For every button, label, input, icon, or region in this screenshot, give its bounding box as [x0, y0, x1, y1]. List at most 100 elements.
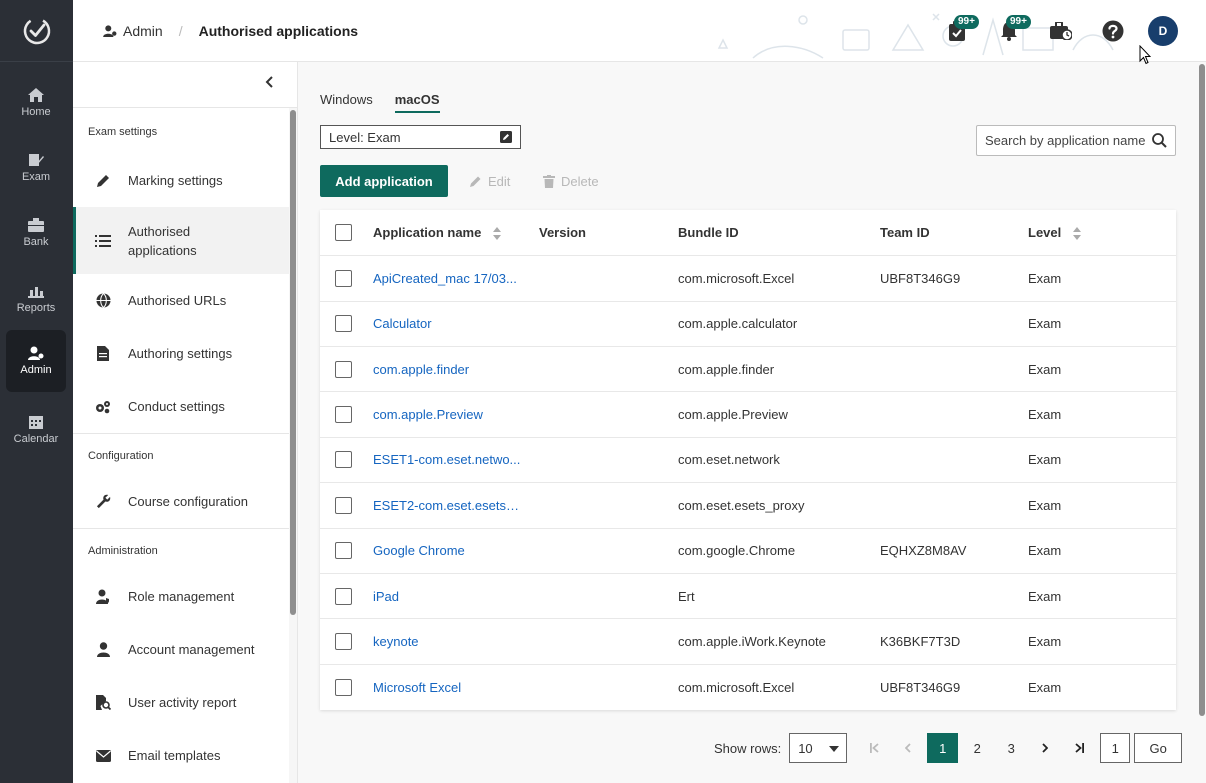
sidebar-item-marking-settings[interactable]: Marking settings [73, 154, 297, 207]
bundle-id-cell: com.apple.Preview [678, 406, 788, 422]
sidebar-item-authorised-urls[interactable]: Authorised URLs [73, 274, 297, 327]
application-name-link[interactable]: Microsoft Excel [373, 680, 523, 695]
table-row[interactable]: ESET2-com.eset.esets_... com.eset.esets_p… [320, 483, 1176, 529]
sidebar-item-account-management[interactable]: Account management [73, 623, 297, 676]
rail-item-bank[interactable]: Bank [6, 202, 66, 264]
rail-item-reports[interactable]: Reports [6, 268, 66, 330]
notifications-badge: 99+ [1006, 15, 1031, 29]
team-id-cell: K36BKF7T3D [880, 633, 961, 649]
rail-item-exam[interactable]: Exam [6, 137, 66, 199]
next-page-button[interactable] [1028, 733, 1062, 763]
rows-per-page-select[interactable]: 10 [789, 733, 848, 763]
page-button-3[interactable]: 3 [994, 733, 1028, 763]
sidebar-item-authorised-applications[interactable]: Authorised applications [73, 207, 297, 274]
bundle-id-cell: com.apple.finder [678, 361, 775, 377]
table-row[interactable]: iPad Ert Exam [320, 574, 1176, 620]
application-name-link[interactable]: ApiCreated_mac 17/03... [373, 271, 523, 286]
main-content: Windows macOS Level: Exam Add applicatio… [298, 62, 1206, 783]
row-checkbox[interactable] [335, 405, 352, 423]
row-checkbox[interactable] [335, 360, 352, 378]
collapse-sidebar-button[interactable] [265, 76, 273, 91]
application-name-link[interactable]: keynote [373, 634, 523, 649]
main-navigation-rail: Home Exam Bank Reports Admin Calendar [0, 0, 73, 783]
table-row[interactable]: Microsoft Excel com.microsoft.Excel UBF8T3… [320, 665, 1176, 711]
main-scrollbar[interactable] [1199, 64, 1205, 716]
level-cell: Exam [1028, 316, 1062, 332]
row-checkbox[interactable] [335, 269, 352, 287]
goto-page-input[interactable]: 1 [1100, 733, 1131, 763]
search-input[interactable] [977, 126, 1147, 155]
column-header-level[interactable]: Level [1028, 225, 1128, 241]
user-avatar[interactable]: D [1148, 16, 1178, 46]
notifications-button[interactable]: 99+ [992, 14, 1031, 48]
rows-per-page-value: 10 [798, 741, 813, 756]
tab-macos[interactable]: macOS [394, 92, 440, 113]
row-checkbox[interactable] [335, 632, 352, 650]
first-page-button[interactable] [857, 733, 891, 763]
application-name-link[interactable]: ESET1-com.eset.netwo... [373, 452, 523, 467]
row-checkbox[interactable] [335, 587, 352, 605]
rail-item-admin[interactable]: Admin [6, 330, 66, 392]
sidebar-item-label: Account management [128, 642, 255, 657]
globe-icon [95, 293, 111, 309]
level-select[interactable]: Level: Exam [320, 125, 521, 149]
help-icon [1102, 20, 1124, 42]
delete-button-label: Delete [561, 174, 599, 189]
page-button-1[interactable]: 1 [927, 733, 959, 763]
row-checkbox[interactable] [335, 315, 352, 333]
go-button[interactable]: Go [1134, 733, 1183, 763]
last-page-button[interactable] [1062, 733, 1096, 763]
application-name-link[interactable]: iPad [373, 589, 523, 604]
table-row[interactable]: Calculator com.apple.calculator Exam [320, 301, 1176, 347]
breadcrumb-admin[interactable]: Admin [103, 23, 163, 39]
table-row[interactable]: com.apple.finder com.apple.finder Exam [320, 347, 1176, 393]
level-cell: Exam [1028, 452, 1062, 468]
admin-icon [103, 24, 117, 37]
edit-button[interactable]: Edit [469, 174, 510, 189]
row-checkbox[interactable] [335, 496, 352, 514]
table-row[interactable]: keynote com.apple.iWork.Keynote K36BKF7T3D… [320, 619, 1176, 665]
add-application-button[interactable]: Add application [320, 165, 448, 197]
rail-item-home[interactable]: Home [6, 72, 66, 134]
chevron-right-icon [1042, 743, 1049, 753]
show-rows-label: Show rows: [714, 740, 782, 756]
previous-page-button[interactable] [891, 733, 925, 763]
table-row[interactable]: Google Chrome com.google.Chrome EQHXZ8M8AV… [320, 528, 1176, 574]
page-button-2[interactable]: 2 [960, 733, 994, 763]
rail-item-calendar[interactable]: Calendar [6, 399, 66, 461]
breadcrumb-separator: / [178, 22, 183, 39]
row-checkbox[interactable] [335, 451, 352, 469]
table-row[interactable]: ApiCreated_mac 17/03... com.microsoft.Exc… [320, 256, 1176, 302]
application-name-link[interactable]: ESET2-com.eset.esets_... [373, 498, 523, 513]
calendar-icon [29, 416, 43, 429]
app-logo[interactable] [0, 0, 73, 62]
sidebar-item-email-templates[interactable]: Email templates [73, 729, 297, 782]
tasks-button[interactable]: 99+ [940, 14, 979, 48]
sidebar-item-conduct-settings[interactable]: Conduct settings [73, 380, 297, 433]
toolkit-button[interactable] [1044, 14, 1078, 48]
sidebar-item-course-configuration[interactable]: Course configuration [73, 475, 297, 528]
table-row[interactable]: com.apple.Preview com.apple.Preview Exam [320, 392, 1176, 438]
row-checkbox[interactable] [335, 542, 352, 560]
sidebar-item-user-activity-report[interactable]: User activity report [73, 676, 297, 729]
tasks-badge: 99+ [954, 15, 979, 29]
sidebar-item-role-management[interactable]: Role management [73, 570, 297, 623]
select-all-checkbox[interactable] [335, 224, 352, 241]
sidebar-item-label: Course configuration [128, 494, 248, 509]
table-row[interactable]: ESET1-com.eset.netwo... com.eset.network E… [320, 438, 1176, 484]
application-name-link[interactable]: com.apple.Preview [373, 407, 523, 422]
sidebar-scrollbar[interactable] [290, 110, 296, 615]
column-header-version: Version [539, 225, 586, 240]
sidebar-item-authoring-settings[interactable]: Authoring settings [73, 327, 297, 380]
tab-windows[interactable]: Windows [320, 92, 373, 113]
row-checkbox[interactable] [335, 678, 352, 696]
search-icon[interactable] [1152, 133, 1167, 151]
application-name-link[interactable]: Google Chrome [373, 543, 523, 558]
caret-down-icon [829, 746, 840, 752]
application-name-link[interactable]: com.apple.finder [373, 362, 523, 377]
delete-button[interactable]: Delete [543, 174, 599, 189]
column-header-application-name[interactable]: Application name [373, 225, 523, 241]
rail-item-label: Admin [20, 364, 52, 376]
application-name-link[interactable]: Calculator [373, 316, 523, 331]
help-button[interactable] [1096, 14, 1130, 48]
